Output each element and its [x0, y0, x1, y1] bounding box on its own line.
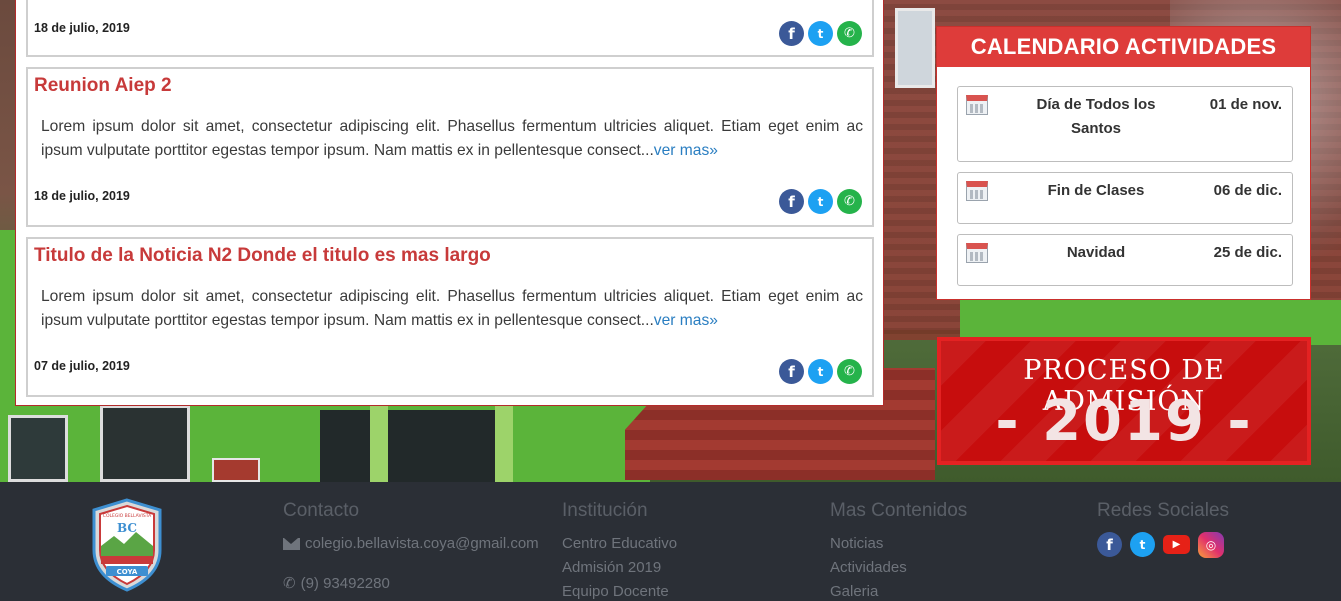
news-panel: 18 de julio, 2019 f t ✆ Reunion Aiep 2 L… — [15, 0, 884, 406]
footer-heading: Contacto — [283, 500, 360, 521]
calendar-icon — [966, 95, 988, 115]
footer-link-actividades[interactable]: Actividades — [830, 556, 967, 580]
news-excerpt-text: Lorem ipsum dolor sit amet, consectetur … — [41, 288, 863, 329]
share-buttons: f t ✆ — [779, 189, 862, 214]
admission-banner[interactable]: PROCESO DE ADMISIÓN - 2019 - — [937, 337, 1311, 465]
whatsapp-icon[interactable]: ✆ — [837, 359, 862, 384]
social-icons: f t ▶ ◎ — [1097, 532, 1229, 558]
calendar-event-name: Día de Todos los Santos — [1036, 96, 1156, 137]
calendar-event-date: 01 de nov. — [1209, 96, 1282, 113]
news-card: Titulo de la Noticia N2 Donde el titulo … — [26, 237, 874, 397]
admission-year: - 2019 - — [995, 389, 1253, 454]
school-logo[interactable]: COYA COLEGIO BELLAVISTA BC — [90, 498, 164, 592]
facebook-icon[interactable]: f — [1097, 532, 1122, 557]
calendar-event-name: Navidad — [1066, 244, 1126, 261]
calendar-title: CALENDARIO ACTIVIDADES — [937, 27, 1310, 67]
footer-email[interactable]: colegio.bellavista.coya@gmail.com — [283, 532, 539, 556]
footer-heading: Redes Sociales — [1097, 500, 1230, 521]
facebook-icon[interactable]: f — [779, 359, 804, 384]
footer-link-galeria[interactable]: Galeria — [830, 580, 967, 601]
logo-monogram: BC — [117, 521, 137, 535]
logo-top-text: COLEGIO BELLAVISTA — [103, 513, 152, 519]
news-date: 18 de julio, 2019 — [34, 189, 130, 203]
whatsapp-icon[interactable]: ✆ — [837, 189, 862, 214]
calendar-event-date: 06 de dic. — [1213, 182, 1282, 199]
news-excerpt: Lorem ipsum dolor sit amet, consectetur … — [41, 285, 863, 333]
twitter-icon[interactable]: t — [808, 189, 833, 214]
footer-link-noticias[interactable]: Noticias — [830, 532, 967, 556]
news-date: 07 de julio, 2019 — [34, 359, 130, 373]
calendar-icon — [966, 181, 988, 201]
facebook-icon[interactable]: f — [779, 189, 804, 214]
news-card: Reunion Aiep 2 Lorem ipsum dolor sit ame… — [26, 67, 874, 227]
phone-text: (9) 93492280 — [300, 575, 390, 592]
calendar-event-date: 25 de dic. — [1213, 244, 1282, 261]
news-card: 18 de julio, 2019 f t ✆ — [26, 0, 874, 57]
footer-institucion: Institución Centro Educativo Admisión 20… — [562, 500, 677, 601]
footer: COYA COLEGIO BELLAVISTA BC Contacto cole… — [0, 482, 1341, 601]
calendar-item[interactable]: Día de Todos los Santos 01 de nov. — [957, 86, 1293, 162]
calendar-item[interactable]: Navidad 25 de dic. — [957, 234, 1293, 286]
footer-redes: Redes Sociales f t ▶ ◎ — [1097, 500, 1229, 558]
ver-mas-link[interactable]: ver mas» — [654, 312, 718, 329]
twitter-icon[interactable]: t — [808, 359, 833, 384]
instagram-icon[interactable]: ◎ — [1198, 532, 1224, 558]
footer-contacto: Contacto colegio.bellavista.coya@gmail.c… — [283, 500, 539, 596]
email-text: colegio.bellavista.coya@gmail.com — [305, 535, 539, 552]
footer-heading: Institución — [562, 500, 648, 521]
calendar-icon — [966, 243, 988, 263]
envelope-icon — [283, 538, 300, 550]
phone-icon: ✆ — [283, 575, 296, 592]
calendar-item[interactable]: Fin de Clases 06 de dic. — [957, 172, 1293, 224]
calendar-event-name: Fin de Clases — [1047, 182, 1145, 199]
twitter-icon[interactable]: t — [1130, 532, 1155, 557]
news-excerpt-text: Lorem ipsum dolor sit amet, consectetur … — [41, 118, 863, 159]
footer-mas-contenidos: Mas Contenidos Noticias Actividades Gale… — [830, 500, 967, 601]
news-title[interactable]: Titulo de la Noticia N2 Donde el titulo … — [34, 245, 491, 267]
youtube-icon[interactable]: ▶ — [1163, 535, 1190, 554]
footer-heading: Mas Contenidos — [830, 500, 968, 521]
news-date: 18 de julio, 2019 — [34, 21, 130, 35]
footer-link-equipo-docente[interactable]: Equipo Docente — [562, 580, 677, 601]
footer-phone[interactable]: ✆ (9) 93492280 — [283, 572, 539, 596]
news-title[interactable]: Reunion Aiep 2 — [34, 75, 172, 97]
ver-mas-link[interactable]: ver mas» — [654, 142, 718, 159]
share-buttons: f t ✆ — [779, 359, 862, 384]
twitter-icon[interactable]: t — [808, 21, 833, 46]
facebook-icon[interactable]: f — [779, 21, 804, 46]
calendar-panel: CALENDARIO ACTIVIDADES Día de Todos los … — [936, 26, 1311, 300]
news-excerpt: Lorem ipsum dolor sit amet, consectetur … — [41, 115, 863, 163]
footer-link-centro-educativo[interactable]: Centro Educativo — [562, 532, 677, 556]
whatsapp-icon[interactable]: ✆ — [837, 21, 862, 46]
share-buttons: f t ✆ — [779, 21, 862, 46]
footer-link-admision[interactable]: Admisión 2019 — [562, 556, 677, 580]
logo-bottom-text: COYA — [117, 568, 138, 576]
